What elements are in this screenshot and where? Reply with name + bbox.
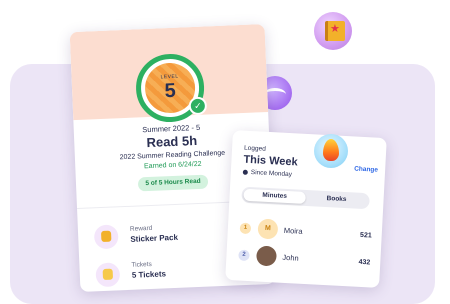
logged-label: Logged — [243, 144, 266, 153]
member-name: Moira — [283, 225, 303, 236]
tab-books[interactable]: Books — [305, 192, 368, 207]
level-number: 5 — [164, 79, 177, 103]
reward-label: Reward — [129, 224, 153, 233]
rank-badge: 1 — [239, 222, 252, 235]
weekly-leaderboard-card: Logged This Week Change Since Monday Min… — [225, 130, 387, 288]
avatar — [255, 245, 277, 267]
book-badge-icon: ★ — [314, 12, 352, 50]
ticket-icon — [95, 262, 121, 288]
progress-pill: 5 of 5 Hours Read — [137, 174, 209, 192]
member-name: John — [282, 252, 299, 263]
since-text: Since Monday — [250, 169, 293, 179]
tickets-label: Tickets — [131, 260, 152, 269]
metric-toggle: Minutes Books — [241, 186, 370, 210]
change-link[interactable]: Change — [354, 165, 378, 173]
since-label: Since Monday — [242, 169, 293, 179]
tickets-value: 5 Tickets — [131, 269, 167, 280]
flame-badge-icon — [314, 134, 348, 168]
leaderboard-row[interactable]: 1 M Moira 521 — [239, 218, 372, 247]
clock-icon — [242, 169, 248, 175]
member-score: 432 — [358, 258, 371, 267]
avatar: M — [257, 218, 279, 240]
tab-minutes[interactable]: Minutes — [243, 188, 306, 204]
reward-value: Sticker Pack — [130, 232, 179, 244]
member-score: 521 — [359, 231, 372, 240]
week-title: This Week — [243, 153, 298, 169]
rank-badge: 2 — [238, 249, 250, 262]
leaderboard-row[interactable]: 2 John 432 — [238, 245, 371, 274]
trophy-icon — [93, 224, 119, 250]
